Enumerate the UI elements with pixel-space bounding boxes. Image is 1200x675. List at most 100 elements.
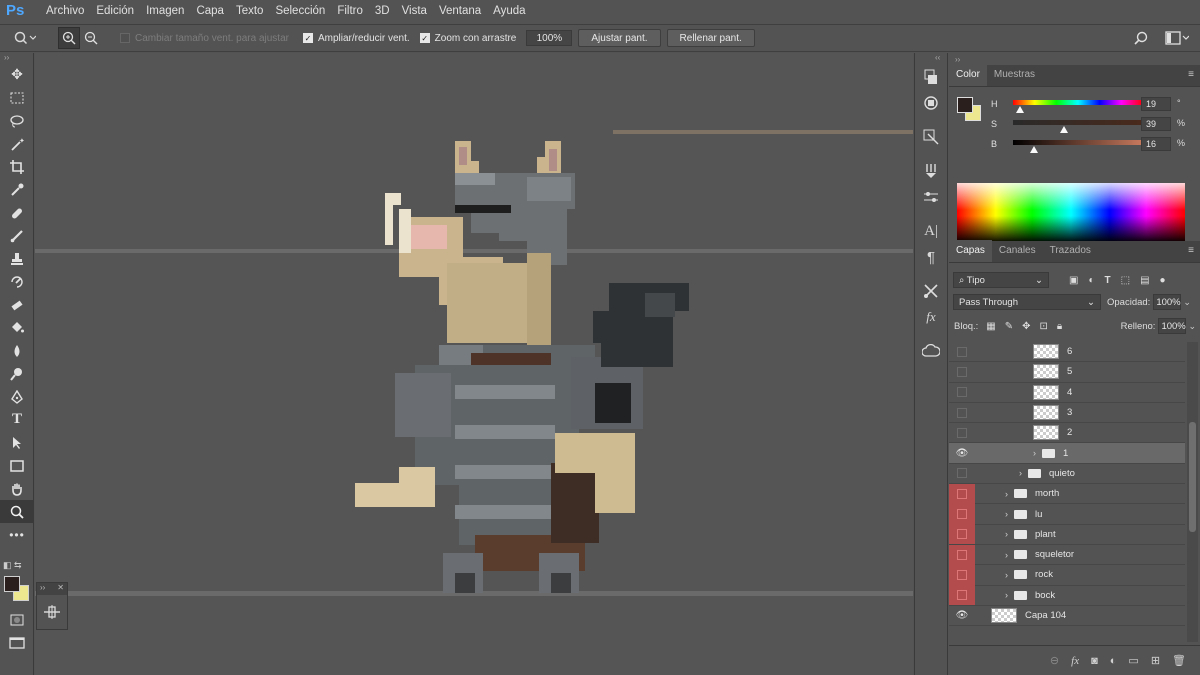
scrubby-zoom-option[interactable]: ✓ Zoom con arrastre	[419, 33, 516, 44]
zoom-all-option[interactable]: ✓ Ampliar/reducir vent.	[302, 33, 410, 44]
filter-type-icon[interactable]: T	[1105, 275, 1111, 286]
layer-visibility-toggle[interactable]: 👁︎	[949, 606, 975, 626]
marquee-tool-icon[interactable]	[0, 86, 34, 109]
new-group-icon[interactable]: ▭	[1128, 654, 1138, 667]
menu-edicion[interactable]: Edición	[90, 0, 140, 22]
layers-panel-menu-icon[interactable]: ≡	[1188, 240, 1200, 262]
layer-style-icon[interactable]: fx	[1071, 655, 1079, 667]
paragraph-panel-icon[interactable]: ¶	[915, 245, 947, 269]
layer-row[interactable]: 👁︎ Capa 104	[949, 606, 1185, 627]
adjustments-icon[interactable]	[915, 185, 947, 209]
tab-capas[interactable]: Capas	[949, 240, 992, 262]
layer-row[interactable]: 2	[949, 423, 1185, 444]
fill-chevron-icon[interactable]: ⌄	[1188, 321, 1196, 332]
hue-value-field[interactable]: 19	[1141, 97, 1171, 111]
layer-row[interactable]: › rock	[949, 564, 1185, 586]
layer-visibility-toggle[interactable]	[949, 342, 975, 362]
chevron-right-icon[interactable]: ›	[1005, 489, 1008, 499]
blend-mode-dropdown[interactable]: Pass Through ⌄	[953, 294, 1101, 310]
layer-row[interactable]: 👁︎ › 1	[949, 443, 1185, 464]
search-icon[interactable]	[1130, 27, 1152, 49]
history-brush-icon[interactable]	[0, 270, 34, 293]
menu-texto[interactable]: Texto	[230, 0, 270, 22]
color-spectrum[interactable]	[957, 183, 1185, 243]
hand-tool-icon[interactable]	[0, 477, 34, 500]
move-tool-icon[interactable]: ✥	[0, 63, 34, 86]
path-selection-icon[interactable]	[0, 431, 34, 454]
menu-ventana[interactable]: Ventana	[433, 0, 487, 22]
fit-screen-button[interactable]: Ajustar pant.	[578, 29, 661, 47]
saturation-value-field[interactable]: 39	[1141, 117, 1171, 131]
info-panel-icon[interactable]	[915, 91, 947, 115]
layer-visibility-toggle[interactable]	[949, 362, 975, 382]
tab-canales[interactable]: Canales	[992, 240, 1043, 262]
filter-adjustment-icon[interactable]: ◐	[1088, 275, 1094, 286]
brightness-value-field[interactable]: 16	[1141, 137, 1171, 151]
layer-row[interactable]: › quieto	[949, 464, 1185, 485]
tool-presets-icon[interactable]	[915, 279, 947, 303]
opacity-chevron-icon[interactable]: ⌄	[1183, 297, 1191, 308]
layer-row[interactable]: 4	[949, 383, 1185, 403]
clone-stamp-icon[interactable]	[0, 247, 34, 270]
layer-visibility-toggle[interactable]	[949, 483, 975, 504]
lock-pixels-icon[interactable]: ✎	[1005, 321, 1013, 332]
link-layers-icon[interactable]: ⊖	[1050, 654, 1059, 667]
layer-visibility-toggle[interactable]: 👁︎	[949, 443, 975, 463]
add-mask-icon[interactable]: ◙	[1091, 655, 1098, 667]
hue-slider[interactable]	[1013, 100, 1143, 105]
menu-3d[interactable]: 3D	[369, 0, 396, 22]
chevron-right-icon[interactable]: ›	[1005, 590, 1008, 600]
tools-collapse-icon[interactable]: ››	[0, 53, 33, 63]
more-tools-icon[interactable]: •••	[0, 523, 34, 546]
document-canvas[interactable]	[35, 53, 913, 675]
magic-wand-icon[interactable]: ✦	[0, 132, 34, 155]
timeline-icon[interactable]	[37, 595, 67, 629]
layer-visibility-toggle[interactable]	[949, 423, 975, 443]
fill-screen-button[interactable]: Rellenar pant.	[666, 29, 755, 47]
hue-slider-thumb[interactable]	[1015, 106, 1024, 113]
lasso-tool-icon[interactable]	[0, 109, 34, 132]
layer-row[interactable]: › bock	[949, 585, 1185, 606]
chevron-right-icon[interactable]: ›	[1033, 448, 1036, 458]
blur-tool-icon[interactable]	[0, 339, 34, 362]
saturation-slider-thumb[interactable]	[1059, 126, 1068, 133]
type-tool-icon[interactable]: T	[0, 408, 34, 431]
workspace-icon[interactable]	[1162, 27, 1192, 49]
properties-panel-icon[interactable]	[915, 125, 947, 149]
new-layer-icon[interactable]: ⊞	[1151, 654, 1160, 667]
zoom-in-icon[interactable]	[58, 27, 80, 49]
panel-foreground-swatch[interactable]	[957, 97, 973, 113]
layer-visibility-toggle[interactable]	[949, 544, 975, 565]
layer-visibility-toggle[interactable]	[949, 504, 975, 525]
layer-row[interactable]: › lu	[949, 504, 1185, 525]
eyedropper-icon[interactable]	[0, 178, 34, 201]
filter-pixel-icon[interactable]: ▣	[1069, 275, 1078, 286]
layer-visibility-toggle[interactable]	[949, 524, 975, 545]
saturation-slider[interactable]	[1013, 120, 1143, 125]
color-panel-menu-icon[interactable]: ≡	[1188, 64, 1200, 86]
character-panel-icon[interactable]: A|	[915, 219, 947, 243]
opacity-field[interactable]: 100%	[1153, 294, 1182, 310]
menu-filtro[interactable]: Filtro	[331, 0, 369, 22]
layer-row[interactable]: 3	[949, 403, 1185, 424]
menu-capa[interactable]: Capa	[190, 0, 230, 22]
layer-row[interactable]: 5	[949, 362, 1185, 383]
chevron-right-icon[interactable]: ›	[1005, 509, 1008, 519]
layer-row[interactable]: 6	[949, 342, 1185, 363]
menu-ayuda[interactable]: Ayuda	[487, 0, 531, 22]
layer-visibility-toggle[interactable]	[949, 382, 975, 402]
libraries-icon[interactable]	[915, 339, 947, 363]
brightness-slider-thumb[interactable]	[1029, 146, 1038, 153]
brush-tool-icon[interactable]	[0, 224, 34, 247]
mini-panel-collapse-icon[interactable]: ››	[40, 583, 45, 595]
menu-archivo[interactable]: Archivo	[40, 0, 90, 22]
paint-bucket-icon[interactable]	[0, 316, 34, 339]
quick-mask-icon[interactable]	[0, 608, 34, 631]
chevron-right-icon[interactable]: ›	[1019, 468, 1022, 478]
menu-vista[interactable]: Vista	[396, 0, 433, 22]
lock-artboard-icon[interactable]: ⊡	[1040, 321, 1048, 332]
mini-panel-close-icon[interactable]: ✕	[57, 583, 64, 595]
crop-tool-icon[interactable]	[0, 155, 34, 178]
foreground-color-swatch[interactable]	[4, 576, 20, 592]
chevron-right-icon[interactable]: ›	[1005, 570, 1008, 580]
